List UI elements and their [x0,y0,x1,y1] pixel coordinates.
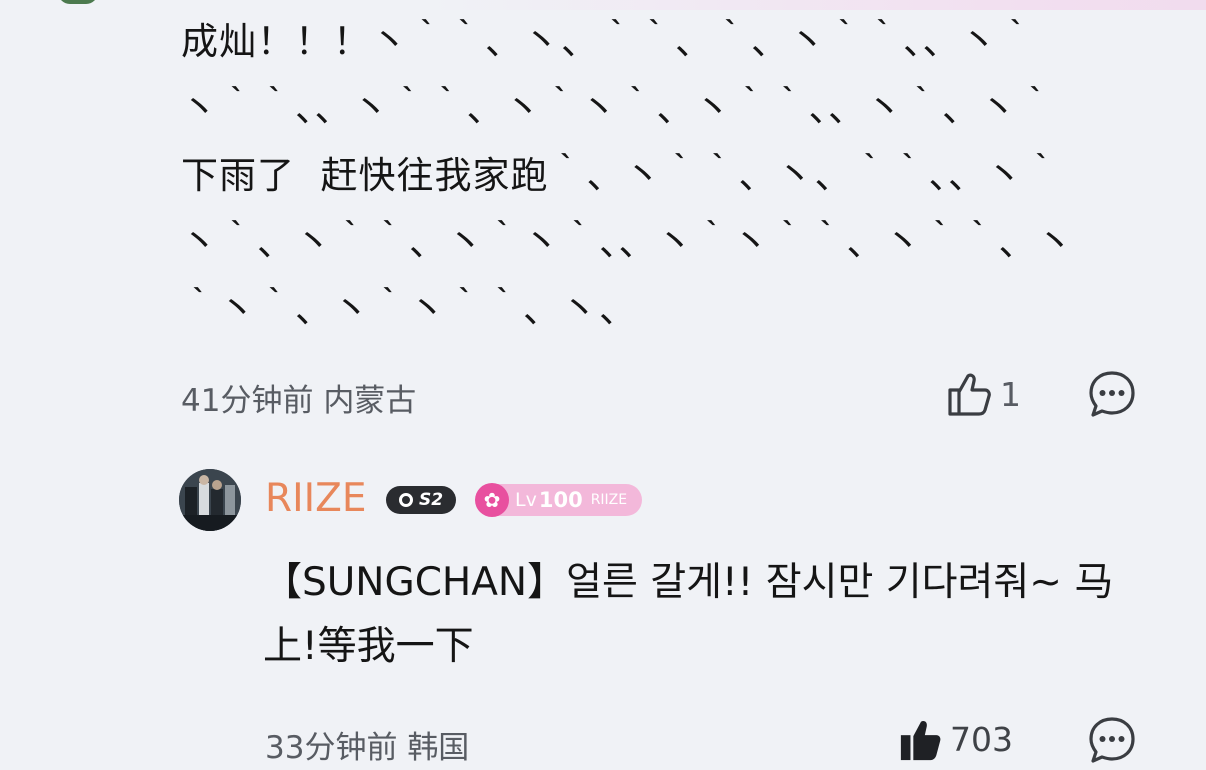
speech-bubble-icon [1089,371,1135,417]
level-badge: ✿ Lv 100 RIIZE [475,483,642,517]
fan-group-label: RIIZE [590,492,628,508]
reply-location: 韩国 [407,730,470,766]
reply-like-button[interactable]: 703 [898,716,1013,762]
comment-text: 成灿！！！丶｀｀、丶、｀｀、｀、丶｀｀、、丶｀ 丶｀｀、、丶｀｀、丶｀丶｀、丶｀… [181,20,1075,331]
s2-label: S2 [418,490,444,510]
reply-button[interactable] [1088,370,1136,418]
reply-like-count: 703 [950,719,1013,759]
reply-text: 【SUNGCHAN】얼른 갈게!! 잠시만 기다려줘~ 马 上!等我一下 [263,560,1114,669]
s2-badge: S2 [386,486,456,514]
avatar[interactable] [179,469,241,531]
s2-ring-icon [398,493,413,507]
reply-time: 33分钟前 [265,730,398,766]
like-count: 1 [1000,374,1021,414]
thumbs-up-filled-icon [900,721,941,761]
level-number: 100 [538,488,583,512]
reply-meta: 33分钟前 韩国 [265,722,469,767]
avatar-image [179,469,241,531]
username[interactable]: RIIZE [265,476,366,521]
like-button[interactable]: 1 [946,370,1021,418]
speech-bubble-icon [1089,717,1135,763]
comment-meta: 41分钟前 内蒙古 [181,375,416,420]
comment-time: 41分钟前 [181,383,314,419]
thumbs-up-outline-icon [948,373,991,416]
comment-location: 内蒙古 [323,383,417,419]
level-prefix: Lv [515,489,537,511]
star-icon: ✿ [475,483,509,517]
reply-comment-button[interactable] [1088,716,1136,764]
